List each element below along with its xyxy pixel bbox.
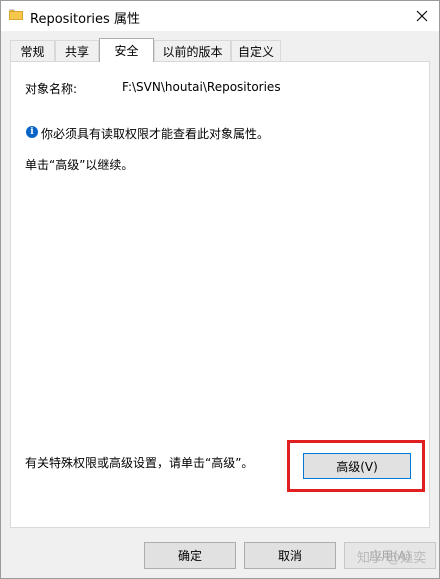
tab-general[interactable]: 常规: [10, 40, 55, 61]
info-icon: i: [26, 126, 38, 138]
special-permissions-text: 有关特殊权限或高级设置，请单击“高级”。: [25, 456, 254, 470]
advanced-button[interactable]: 高级(V): [303, 453, 411, 479]
object-name-value: F:\SVN\houtai\Repositories: [122, 80, 281, 94]
tab-previous-versions[interactable]: 以前的版本: [154, 40, 231, 61]
tab-security[interactable]: 安全: [99, 38, 154, 62]
properties-dialog: Repositories 属性 常规 共享 安全 以前的版本 自定义 对象名称:…: [0, 0, 440, 579]
continue-message: 单击“高级”以继续。: [25, 158, 134, 172]
folder-icon: [9, 9, 23, 20]
close-button[interactable]: [405, 1, 439, 31]
ok-button[interactable]: 确定: [144, 542, 236, 569]
window-title: Repositories 属性: [30, 12, 140, 27]
tab-customize[interactable]: 自定义: [231, 40, 281, 61]
close-icon: [416, 10, 428, 22]
tab-sharing[interactable]: 共享: [55, 40, 99, 61]
watermark: 知乎 @姮奕: [357, 551, 427, 566]
object-name-label: 对象名称:: [25, 82, 78, 96]
security-panel: 对象名称: F:\SVN\houtai\Repositories i 你必须具有…: [10, 61, 430, 528]
cancel-button[interactable]: 取消: [244, 542, 336, 569]
title-bar: Repositories 属性: [1, 1, 439, 31]
permission-message: 你必须具有读取权限才能查看此对象属性。: [41, 127, 270, 141]
